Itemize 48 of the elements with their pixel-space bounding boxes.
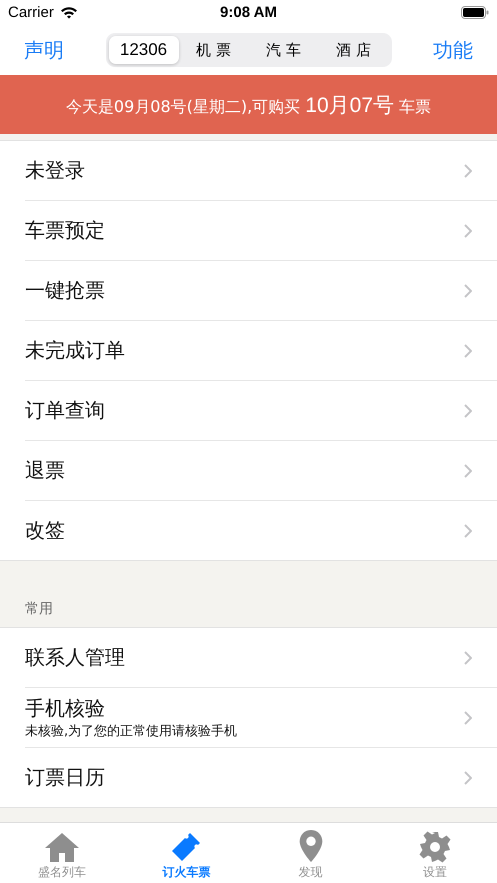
chevron-icon — [464, 710, 472, 725]
chevron-icon — [464, 404, 472, 418]
row-subtitle: 未核验,为了您的正常使用请核验手机 — [25, 723, 238, 740]
section-header: 常用 — [25, 600, 53, 618]
list-row[interactable]: 一键抢票 — [25, 261, 497, 322]
row-title: 未登录 — [25, 157, 85, 184]
row-title: 退票 — [25, 457, 65, 484]
notice-text: 今天是09月08号(星期二),可购买 10月07号 车票 — [66, 92, 432, 119]
row-title: 订单查询 — [25, 397, 105, 424]
ticket-icon — [170, 831, 202, 864]
chevron-icon — [464, 650, 472, 665]
chevron-icon — [464, 164, 472, 178]
disclaimer-button[interactable]: 声明 — [16, 32, 72, 68]
wifi-icon — [60, 6, 78, 20]
list-row[interactable]: 订单查询 — [25, 381, 497, 442]
list-row[interactable]: 退票 — [25, 441, 497, 502]
chevron-icon — [464, 224, 472, 238]
segment[interactable]: 酒 店 — [318, 36, 388, 64]
tab-bar-item[interactable]: 订火车票 — [124, 823, 248, 883]
row-title: 手机核验 — [25, 695, 106, 722]
list-row[interactable]: 改签 — [25, 501, 497, 560]
row-title: 未完成订单 — [25, 337, 125, 364]
list-row[interactable]: 未登录 — [25, 141, 497, 202]
chevron-icon — [464, 284, 472, 298]
chevron-icon — [464, 524, 472, 538]
list-row[interactable]: 手机核验 未核验,为了您的正常使用请核验手机 — [25, 688, 497, 748]
segment[interactable]: 汽 车 — [248, 36, 318, 64]
segment[interactable]: 机 票 — [178, 36, 248, 64]
row-title: 改签 — [25, 517, 65, 544]
status-time: 9:08 AM — [220, 4, 277, 22]
row-title: 一键抢票 — [25, 277, 105, 304]
list-row[interactable]: 车票预定 — [25, 201, 497, 262]
row-title: 联系人管理 — [25, 644, 125, 672]
list-row[interactable]: 联系人管理 — [25, 628, 497, 688]
segment[interactable]: 12306 — [108, 36, 178, 64]
settings-icon — [418, 831, 451, 864]
location-pin-icon — [298, 829, 324, 864]
list-row[interactable]: 未完成订单 — [25, 321, 497, 382]
chevron-icon — [464, 344, 472, 358]
battery-icon — [461, 6, 489, 20]
row-title: 订票日历 — [25, 764, 105, 792]
carrier-label: Carrier — [8, 4, 54, 22]
row-title: 车票预定 — [25, 217, 105, 244]
home-icon — [44, 831, 80, 864]
chevron-icon — [464, 770, 472, 785]
chevron-icon — [464, 464, 472, 478]
list-row[interactable]: 订票日历 — [25, 748, 497, 808]
function-button[interactable]: 功能 — [425, 32, 481, 68]
